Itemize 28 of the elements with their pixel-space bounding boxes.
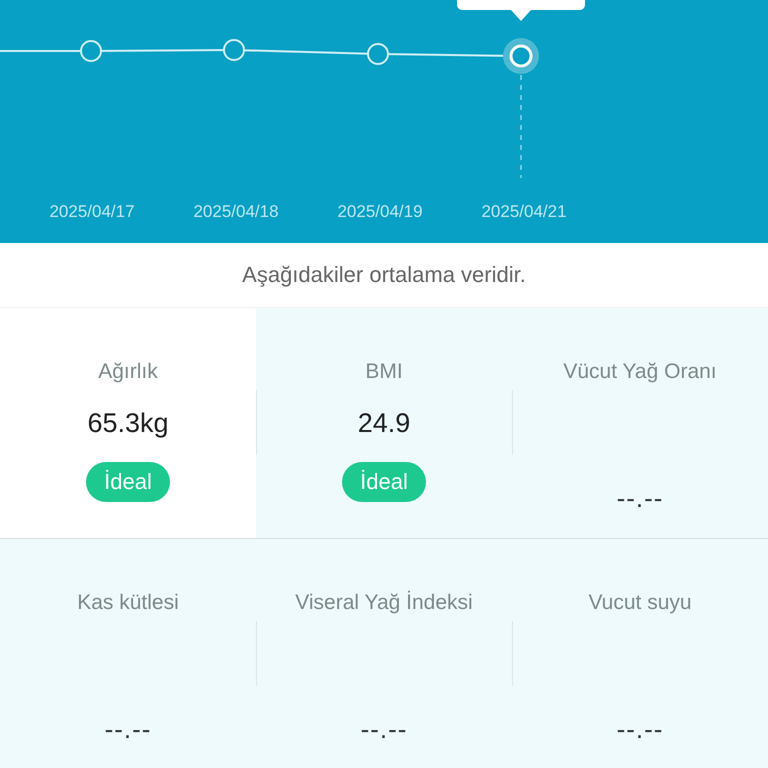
data-point[interactable] [80,40,102,62]
date-label: 2025/04/17 [48,202,136,222]
metric-tile[interactable]: Vucut suyu --.-- [512,538,768,768]
caption-text: Aşağıdakiler ortalama veridir. [241,261,527,289]
metric-value: --.-- [616,714,664,744]
metric-value: --.-- [104,714,152,744]
metric-value: --.-- [616,482,664,514]
metric-value: 24.9 [358,408,410,438]
date-label: 2025/04/19 [336,202,424,222]
metric-value: --.-- [360,714,408,744]
data-point[interactable] [367,43,389,65]
metric-label: Ağırlık [98,360,158,385]
metric-label: Kas kütlesi [77,591,179,616]
metric-tile[interactable]: Vücut Yağ Oranı --.-- [512,308,768,538]
metric-label: Vucut suyu [588,591,692,616]
metric-value: 65.3kg [87,408,169,438]
status-badge: İdeal [342,462,426,502]
date-label: 2025/04/21 [480,202,568,222]
metric-label: BMI [365,360,403,385]
metric-label: Viseral Yağ İndeksi [295,591,473,616]
status-badge: İdeal [86,462,170,502]
metric-label: Vücut Yağ Oranı [563,360,717,385]
data-point[interactable] [223,39,245,61]
metric-tile[interactable]: Kas kütlesi --.-- [0,538,256,768]
selected-data-point[interactable] [503,38,539,74]
date-label: 2025/04/18 [192,202,280,222]
metric-tile[interactable]: Viseral Yağ İndeksi --.-- [256,538,512,768]
metric-tile[interactable]: BMI 24.9 İdeal [256,308,512,538]
